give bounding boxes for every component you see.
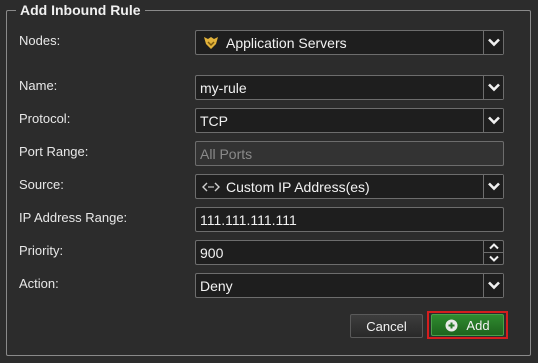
add-button[interactable]: Add <box>431 314 504 336</box>
chevron-down-icon[interactable] <box>483 109 503 132</box>
source-label: Source: <box>19 177 64 192</box>
cancel-button[interactable]: Cancel <box>350 314 423 338</box>
ip-address-icon <box>201 177 221 197</box>
nodes-label: Nodes: <box>19 33 61 48</box>
chevron-down-icon[interactable] <box>484 253 503 264</box>
plus-circle-icon <box>445 319 458 332</box>
priority-value: 900 <box>200 244 224 261</box>
name-select[interactable]: my-rule <box>195 75 504 100</box>
nodes-select[interactable]: Application Servers <box>195 30 504 55</box>
priority-stepper[interactable]: 900 <box>195 240 504 265</box>
nodes-value: Application Servers <box>226 34 347 51</box>
ip-range-input[interactable]: 111.111.111.111 <box>195 207 504 232</box>
port-range-input[interactable]: All Ports <box>195 141 504 166</box>
priority-spinner <box>483 241 503 264</box>
source-select[interactable]: Custom IP Address(es) <box>195 174 504 199</box>
chevron-down-icon[interactable] <box>483 274 503 297</box>
chevron-down-icon[interactable] <box>483 175 503 198</box>
priority-label: Priority: <box>19 243 64 258</box>
port-range-placeholder: All Ports <box>200 145 253 162</box>
action-select[interactable]: Deny <box>195 273 504 298</box>
chevron-down-icon[interactable] <box>483 76 503 99</box>
chevron-up-icon[interactable] <box>484 241 503 253</box>
ip-range-label: IP Address Range: <box>19 210 128 225</box>
add-button-label: Add <box>466 317 490 333</box>
action-value: Deny <box>200 277 233 294</box>
port-range-label: Port Range: <box>19 144 89 159</box>
app-servers-icon <box>201 33 221 53</box>
protocol-label: Protocol: <box>19 111 71 126</box>
protocol-select[interactable]: TCP <box>195 108 504 133</box>
chevron-down-icon[interactable] <box>483 31 503 54</box>
protocol-value: TCP <box>200 112 228 129</box>
source-value: Custom IP Address(es) <box>226 178 370 195</box>
dialog-title: Add Inbound Rule <box>16 2 145 18</box>
name-value: my-rule <box>200 79 247 96</box>
ip-range-value: 111.111.111.111 <box>200 211 297 228</box>
action-label: Action: <box>19 276 59 291</box>
name-label: Name: <box>19 78 58 93</box>
